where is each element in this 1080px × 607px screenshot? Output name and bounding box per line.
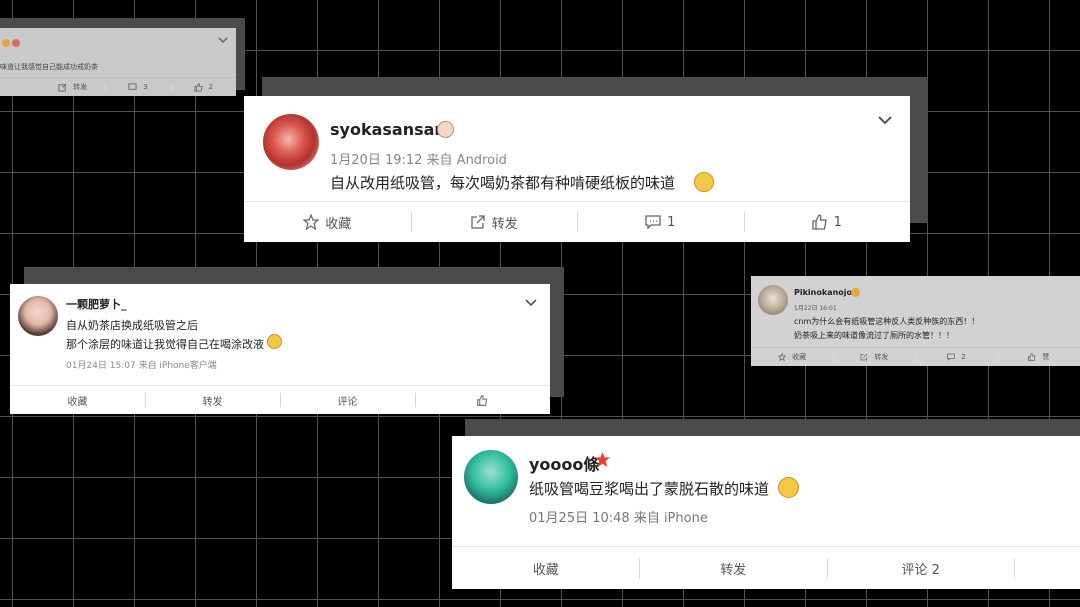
favorite-label: 收藏: [67, 396, 88, 408]
post-text-line2: 那个涂层的味道让我觉得自己在喝涂改液: [66, 338, 264, 351]
favorite-button[interactable]: 收藏: [751, 348, 833, 366]
action-bar: 收藏 转发 1 1: [244, 201, 910, 242]
thumbs-up-icon: [1028, 353, 1036, 361]
post-card-left: 一颗肥萝卜_ 自从奶茶店换成纸吸管之后 那个涂层的味道让我觉得自己在喝涂改液 0…: [10, 284, 550, 414]
post-meta: 1月22日 16:01: [794, 305, 837, 312]
post-card-top-left: 味道让我感觉自己能成功戒奶茶 转发 3 2: [0, 28, 236, 96]
post-text-line1: cnm为什么会有纸吸管这种反人类反种族的东西！！: [794, 317, 980, 326]
post-meta: 01月24日 15:07 来自 iPhone客户端: [66, 361, 217, 371]
star-icon: [303, 214, 320, 230]
like-button[interactable]: 2: [170, 78, 236, 96]
post-text: 自从改用纸吸管，每次喝奶茶都有种啃硬纸板的味道: [330, 174, 676, 192]
comment-count: 3: [143, 83, 148, 91]
star-badge-icon: [595, 452, 610, 467]
action-bar: 收藏 转发 评论: [10, 385, 550, 414]
cow-emoji-icon: [437, 121, 454, 138]
comment-icon: [947, 353, 956, 361]
emoji-icon: [851, 288, 860, 297]
username[interactable]: yoooo條: [529, 451, 599, 475]
post-text-line2: 奶茶吸上来的味道像流过了厕所的水管！！！: [794, 331, 954, 340]
action-bar: 收藏 转发 评论 2: [452, 546, 1080, 589]
post-card-main: syokasansan 1月20日 19:12 来自 Android 自从改用纸…: [244, 96, 910, 242]
share-button[interactable]: 转发: [0, 78, 105, 96]
thumbs-up-icon: [477, 394, 488, 406]
post-meta: 1月20日 19:12 来自 Android: [330, 153, 507, 168]
share-button[interactable]: 转发: [410, 202, 578, 242]
post-card-right: Pikinokanojo 1月22日 16:01 cnm为什么会有纸吸管这种反人…: [751, 276, 1080, 366]
post-meta: 01月25日 10:48 来自 iPhone: [529, 511, 708, 526]
share-icon: [471, 215, 485, 229]
comment-count: 2: [961, 353, 966, 361]
share-icon: [861, 353, 868, 361]
comment-button[interactable]: 3: [105, 78, 170, 96]
like-button[interactable]: 1: [743, 202, 911, 242]
username[interactable]: syokasansan: [330, 120, 446, 139]
share-label: 转发: [720, 562, 747, 578]
like-button[interactable]: [415, 386, 550, 414]
emoji-icon: [12, 39, 20, 47]
avatar[interactable]: [464, 450, 518, 504]
comment-icon: [128, 82, 137, 90]
share-button[interactable]: 转发: [145, 386, 280, 414]
like-button[interactable]: [1014, 547, 1080, 589]
username[interactable]: Pikinokanojo: [794, 288, 852, 297]
comment-count: 1: [667, 214, 676, 230]
like-count: 2: [208, 83, 214, 91]
like-count: 1: [833, 214, 842, 230]
avatar[interactable]: [758, 285, 788, 315]
like-label: 赞: [1042, 353, 1050, 361]
comment-icon: [645, 215, 661, 230]
favorite-label: 收藏: [532, 562, 559, 578]
share-label: 转发: [73, 83, 88, 91]
avatar[interactable]: [263, 114, 319, 170]
favorite-button[interactable]: 收藏: [244, 202, 411, 242]
favorite-label: 收藏: [325, 216, 352, 232]
post-text-line1: 自从奶茶店换成纸吸管之后: [66, 319, 198, 332]
thumbs-up-icon: [811, 214, 827, 230]
avatar[interactable]: [18, 296, 58, 336]
star-icon: [778, 353, 787, 361]
share-label: 转发: [202, 396, 223, 408]
comment-button[interactable]: 1: [577, 202, 744, 242]
share-icon: [58, 83, 67, 92]
chevron-down-icon[interactable]: [218, 37, 228, 45]
share-button[interactable]: 转发: [639, 547, 826, 589]
favorite-label: 收藏: [792, 353, 807, 361]
comment-button[interactable]: 2: [915, 348, 998, 366]
comment-button[interactable]: 评论 2: [826, 547, 1014, 589]
emoji-icon: [778, 477, 799, 498]
share-label: 转发: [491, 216, 518, 232]
emoji-icon: [694, 172, 714, 192]
action-bar: 收藏 转发 2 赞: [751, 347, 1080, 366]
comment-button[interactable]: 评论: [280, 386, 415, 414]
like-button[interactable]: 赞: [997, 348, 1080, 366]
chevron-down-icon[interactable]: [525, 299, 537, 307]
post-text: 纸吸管喝豆浆喝出了蒙脱石散的味道: [529, 480, 770, 498]
post-card-bottom: yoooo條 纸吸管喝豆浆喝出了蒙脱石散的味道 01月25日 10:48 来自 …: [452, 436, 1080, 589]
comment-label: 评论: [337, 396, 358, 408]
username[interactable]: 一颗肥萝卜_: [66, 296, 127, 312]
chevron-down-icon[interactable]: [877, 115, 893, 125]
favorite-button[interactable]: 收藏: [10, 386, 145, 414]
action-bar: 转发 3 2: [0, 77, 236, 96]
favorite-button[interactable]: 收藏: [452, 547, 639, 589]
share-label: 转发: [874, 353, 889, 361]
comment-label: 评论 2: [901, 562, 940, 578]
emoji-icon: [2, 39, 10, 47]
thumbs-up-icon: [194, 82, 203, 92]
emoji-icon: [267, 334, 282, 349]
share-button[interactable]: 转发: [833, 348, 915, 366]
post-text: 味道让我感觉自己能成功戒奶茶: [0, 63, 98, 71]
